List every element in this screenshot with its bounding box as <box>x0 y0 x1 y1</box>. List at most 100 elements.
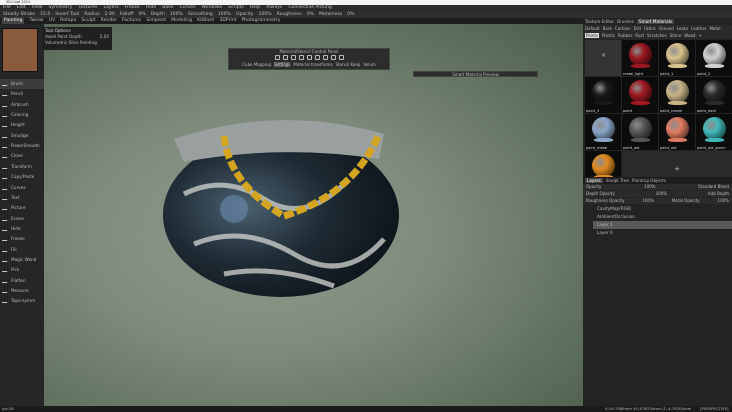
grid-icon[interactable] <box>314 55 320 60</box>
category-tab[interactable]: Paints <box>585 33 599 38</box>
category-tab[interactable]: Leather <box>691 26 706 31</box>
tool-fill[interactable]: Fill <box>0 245 44 255</box>
layer-property[interactable]: Roughness Opacity <box>586 198 624 204</box>
eye-icon[interactable] <box>282 55 288 60</box>
category-tab[interactable]: Ground <box>659 26 674 31</box>
voxel-depth-input[interactable]: 2.00 <box>100 34 109 40</box>
smart-material-preview-header[interactable]: Smart Material Preview <box>413 71 538 77</box>
material-item[interactable]: paint_metal <box>585 114 621 150</box>
metalness-input[interactable]: 0% <box>347 11 354 18</box>
right-tab[interactable]: Texture Editor <box>585 19 614 24</box>
tool-airbrush[interactable]: Airbrush <box>0 100 44 110</box>
category-tab[interactable]: Rust <box>635 33 644 38</box>
material-item[interactable]: paint_old <box>622 114 658 150</box>
cube-mapping-select[interactable]: Cube Mapping <box>242 62 271 67</box>
tool-coloring[interactable]: Coloring <box>0 110 44 120</box>
tool-pick[interactable]: Pick <box>0 265 44 275</box>
layer-property[interactable]: 100% <box>642 198 653 204</box>
category-tab[interactable]: Rubber <box>618 33 632 38</box>
lock-icon[interactable] <box>290 55 296 60</box>
opacity-input[interactable]: 100% <box>259 11 272 18</box>
layer-tab[interactable]: Painting Objects <box>632 178 666 183</box>
category-tab[interactable]: Scratches <box>647 33 667 38</box>
tool-freeze[interactable]: Freeze <box>0 234 44 244</box>
zoom-icon[interactable] <box>330 55 336 60</box>
tool-smudge[interactable]: Smudge <box>0 131 44 141</box>
category-tab[interactable]: Cartoon <box>615 26 631 31</box>
tool-brush[interactable]: Brush <box>0 79 44 89</box>
tool-transform[interactable]: Transform <box>0 162 44 172</box>
close-circle-icon[interactable] <box>338 55 344 60</box>
material-item[interactable]: × <box>585 40 621 76</box>
stencil-keep-select[interactable]: Stencil Keep <box>336 62 361 67</box>
layers-icon[interactable] <box>274 55 280 60</box>
layer-property[interactable]: Standard Blend <box>698 184 729 190</box>
material-item[interactable]: paint_dark <box>696 77 732 113</box>
category-tab[interactable]: Metal <box>709 26 720 31</box>
settings-button[interactable]: Settings <box>274 62 291 67</box>
right-tab[interactable]: Smart Materials <box>636 19 675 24</box>
depth-input[interactable]: 100% <box>170 11 183 18</box>
category-tab[interactable]: Plastic <box>602 33 615 38</box>
tool-clone[interactable]: Clone <box>0 151 44 161</box>
layer-property[interactable]: Opacity <box>586 184 601 190</box>
layer-property[interactable]: Add Depth <box>708 191 729 197</box>
category-tab[interactable]: Dirt <box>634 26 641 31</box>
layer-tab[interactable]: Sculpt Tree <box>606 178 629 183</box>
tool-magic-wand[interactable]: Magic Wand <box>0 255 44 265</box>
invert-tool-checkbox[interactable]: Invert Tool <box>55 11 79 18</box>
hatch-icon[interactable] <box>306 55 312 60</box>
layer-item[interactable]: AmbientOcclusion <box>583 213 732 221</box>
tool-powersmooth[interactable]: PowerSmooth <box>0 141 44 151</box>
material-item[interactable]: paint_3 <box>585 77 621 113</box>
material-item[interactable]: metal_light <box>622 40 658 76</box>
layer-property[interactable]: 100% <box>656 191 667 197</box>
material-transforms-select[interactable]: Material transforms <box>293 62 332 67</box>
steady-stroke-toggle[interactable]: Steady Stroke <box>3 11 35 18</box>
layer-property-row[interactable]: Depth Opacity 100% Add Depth <box>583 191 732 197</box>
category-tab[interactable]: Wood <box>684 33 695 38</box>
roughness-input[interactable]: 0% <box>307 11 314 18</box>
volume-select[interactable]: Volum <box>363 62 375 67</box>
tool-height[interactable]: Height <box>0 120 44 130</box>
smoothing-input[interactable]: 100% <box>218 11 231 18</box>
move-icon[interactable] <box>322 55 328 60</box>
layer-property[interactable]: 100% <box>644 184 655 190</box>
layer-property-row[interactable]: Roughness Opacity 100% Metal Opacity 100% <box>583 198 732 204</box>
layer-property-row[interactable]: Opacity 100% Standard Blend <box>583 184 732 190</box>
layer-tab[interactable]: Layers <box>585 178 603 183</box>
category-tab[interactable]: Default <box>585 26 600 31</box>
layer-item[interactable]: CavityMap(RGB) <box>583 205 732 213</box>
category-tab[interactable]: Fabric <box>644 26 656 31</box>
radius-input[interactable]: 2.90 <box>105 11 115 18</box>
color-swatch[interactable] <box>2 28 38 72</box>
material-item[interactable]: paint_cream <box>659 77 695 113</box>
layer-property[interactable]: 100% <box>718 198 729 204</box>
tool-flatten[interactable]: Flatten <box>0 276 44 286</box>
tool-curves[interactable]: Curves <box>0 183 44 193</box>
layer-property[interactable]: Metal Opacity <box>672 198 700 204</box>
tool-topo-symm[interactable]: Topo-symm <box>0 296 44 306</box>
tool-text[interactable]: Text <box>0 193 44 203</box>
layer-property[interactable]: Depth Opacity <box>586 191 615 197</box>
material-item[interactable]: paint_2 <box>696 40 732 76</box>
material-item[interactable]: paint_1 <box>659 40 695 76</box>
steady-value[interactable]: 15.0 <box>40 11 50 18</box>
material-item[interactable]: paint_old <box>659 114 695 150</box>
tool-copy-paste[interactable]: Copy/Paste <box>0 172 44 182</box>
material-item[interactable]: paint <box>622 77 658 113</box>
tool-pencil[interactable]: Pencil <box>0 89 44 99</box>
rotate-icon[interactable] <box>298 55 304 60</box>
category-tab[interactable]: + <box>698 33 701 38</box>
falloff-input[interactable]: 0% <box>138 11 145 18</box>
layer-item[interactable]: Layer 1 <box>593 221 732 229</box>
layer-item[interactable]: Layer 0 <box>583 229 732 237</box>
category-tab[interactable]: Stone <box>670 33 682 38</box>
volumetric-checkbox[interactable]: Volumetric Slice Painting <box>45 40 109 46</box>
viewport[interactable] <box>44 24 583 406</box>
tool-picture[interactable]: Picture <box>0 203 44 213</box>
close-icon[interactable]: × <box>601 52 606 59</box>
tool-measure[interactable]: Measure <box>0 286 44 296</box>
category-tab[interactable]: Bark <box>603 26 612 31</box>
tool-hide[interactable]: Hide <box>0 224 44 234</box>
